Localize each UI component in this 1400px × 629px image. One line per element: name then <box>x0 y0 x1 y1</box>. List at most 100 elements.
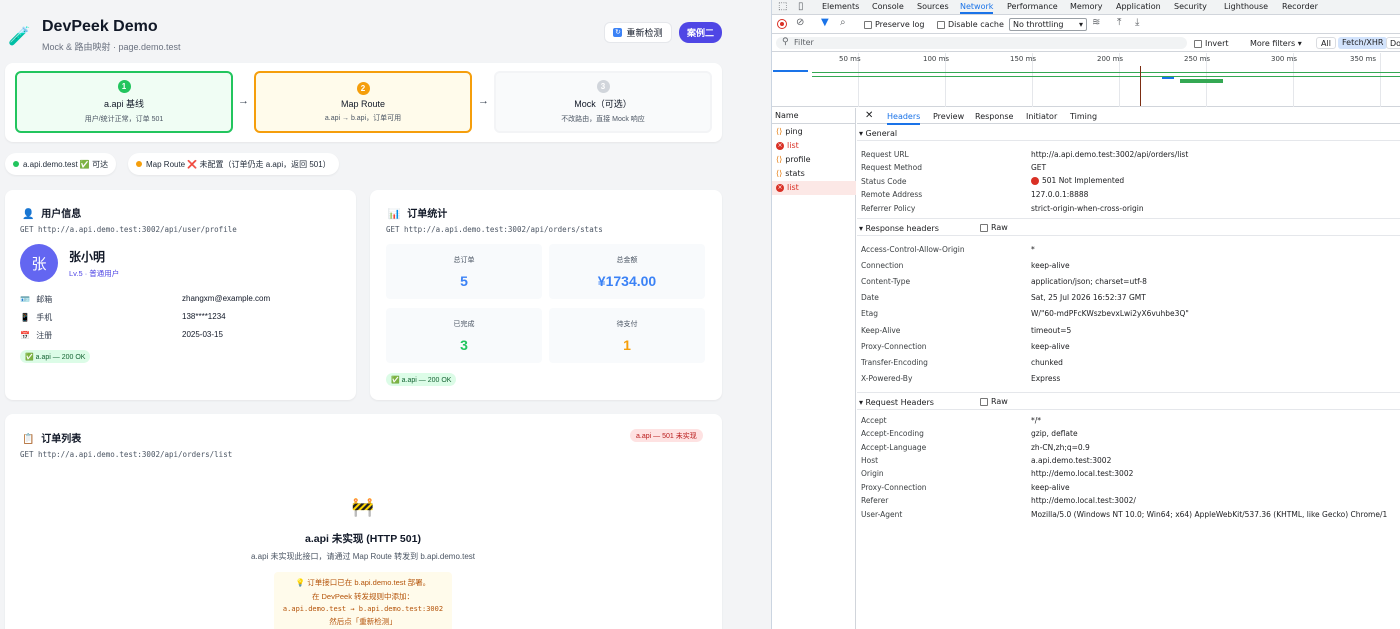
step-title: Map Route <box>340 98 386 109</box>
header-value: http://a.api.demo.test:3002/api/orders/l… <box>1031 150 1189 159</box>
tab-network[interactable]: Network <box>960 2 994 14</box>
header-key: Proxy-Connection <box>861 342 927 351</box>
filter-toggle-icon[interactable]: ▼ <box>821 17 829 28</box>
timeline-marker <box>1140 66 1141 106</box>
filter-doc[interactable]: Do <box>1386 37 1400 49</box>
raw-label: Raw <box>991 223 1008 232</box>
tab-timing[interactable]: Timing <box>1070 112 1097 121</box>
demo-app: 🧪 DevPeek Demo Mock & 路由映射 · page.demo.t… <box>0 0 771 629</box>
step-map-route[interactable]: 2 Map Route a.api → b.api，订单可用 <box>254 71 472 133</box>
import-har-icon[interactable]: ⤒ <box>1117 17 1121 28</box>
recheck-label: 重新检测 <box>626 28 663 38</box>
inspect-icon[interactable]: ⬚ <box>778 1 787 12</box>
user-row-label-text: 邮箱 <box>36 295 53 304</box>
filter-fetch-xhr[interactable]: Fetch/XHR <box>1338 37 1388 49</box>
raw-checkbox[interactable]: Raw <box>980 223 1008 232</box>
header-value: timeout=5 <box>1031 326 1072 335</box>
step-number: 1 <box>117 80 131 93</box>
filter-all[interactable]: All <box>1316 37 1336 49</box>
app-header: 🧪 DevPeek Demo Mock & 路由映射 · page.demo.t… <box>0 0 771 62</box>
stat-value: 5 <box>460 272 468 289</box>
header-value: a.api.demo.test:3002 <box>1031 456 1112 465</box>
clear-icon[interactable]: ⊘ <box>796 17 804 28</box>
disable-cache-checkbox[interactable]: Disable cache <box>937 20 1004 29</box>
header-key: User-Agent <box>861 510 903 519</box>
case-two-button[interactable]: 案例二 <box>679 22 722 43</box>
tab-initiator[interactable]: Initiator <box>1026 112 1057 121</box>
search-icon[interactable]: ⌕ <box>840 17 846 28</box>
filter-bar: ⚲ Filter Invert More filters ▾ All Fetch… <box>772 35 1400 52</box>
user-row-label-text: 注册 <box>36 331 53 340</box>
status-pill-map-route: Map Route ❌ 未配置（订单仍走 a.api，返回 501） <box>128 153 339 175</box>
record-icon[interactable] <box>777 19 787 29</box>
timeline-tick: 100 ms <box>923 55 950 63</box>
request-row[interactable]: ⟨⟩ profile <box>776 155 811 164</box>
tab-preview[interactable]: Preview <box>933 112 964 121</box>
tab-memory[interactable]: Memory <box>1070 2 1103 11</box>
header-key: Accept <box>861 416 887 425</box>
name-column-header[interactable]: Name <box>772 108 856 124</box>
export-har-icon[interactable]: ⤓ <box>1135 17 1139 28</box>
user-row-phone: 📱 手机 138****1234 <box>20 312 330 323</box>
tab-response[interactable]: Response <box>975 112 1013 121</box>
tab-application[interactable]: Application <box>1116 2 1161 11</box>
header-value: W/"60-mdPFcKWszbevxLwi2yX6vuhbe3Q" <box>1031 309 1189 318</box>
filter-placeholder: Filter <box>794 38 814 47</box>
general-section-header[interactable]: ▾ General <box>857 125 1400 141</box>
header-key: Accept-Language <box>861 443 927 452</box>
throttling-select[interactable]: No throttling ▾ <box>1009 18 1087 31</box>
header-value: GET <box>1031 163 1047 172</box>
tab-headers[interactable]: Headers <box>887 112 921 125</box>
tab-elements[interactable]: Elements <box>822 2 859 11</box>
preserve-log-checkbox[interactable]: Preserve log <box>864 20 925 29</box>
error-icon: × <box>776 141 784 150</box>
request-row[interactable]: ⟨⟩ stats <box>776 169 805 178</box>
header-key: Proxy-Connection <box>861 483 927 492</box>
network-conditions-icon[interactable]: ≋ <box>1092 17 1100 28</box>
stat-label: 已完成 <box>453 320 475 328</box>
step-number: 2 <box>356 81 370 95</box>
refresh-icon: ↻ <box>613 28 623 37</box>
recheck-button[interactable]: ↻ 重新检测 <box>604 22 672 43</box>
preserve-log-label: Preserve log <box>875 20 925 29</box>
phone-icon: 📱 <box>20 313 30 322</box>
header-key: Remote Address <box>861 190 923 199</box>
header-value: keep-alive <box>1031 483 1070 492</box>
header-value: Mozilla/5.0 (Windows NT 10.0; Win64; x64… <box>1031 510 1388 519</box>
request-name: list <box>787 141 799 150</box>
tab-console[interactable]: Console <box>872 2 904 11</box>
header-key: Origin <box>861 469 884 478</box>
header-value: * <box>1031 245 1035 254</box>
header-key: Status Code <box>861 177 907 186</box>
header-value: 127.0.0.1:8888 <box>1031 190 1089 199</box>
network-timeline[interactable]: 50 ms 100 ms 150 ms 200 ms 250 ms 300 ms… <box>772 53 1400 107</box>
step-baseline[interactable]: 1 a.api 基线 用户/统计正常，订单 501 <box>15 71 233 133</box>
response-headers-section-header[interactable]: ▾ Response headers Raw <box>857 218 1400 236</box>
stat-label: 待支付 <box>616 320 638 328</box>
request-row-selected[interactable]: × list <box>776 183 799 192</box>
tab-performance[interactable]: Performance <box>1007 2 1058 11</box>
request-row[interactable]: × list <box>776 141 799 150</box>
step-mock[interactable]: 3 Mock（可选） 不改路由，直接 Mock 响应 <box>494 71 712 133</box>
timeline-bar <box>1180 79 1223 83</box>
header-key: Request Method <box>861 163 922 172</box>
stat-pending: 待支付 1 <box>549 308 705 363</box>
raw-checkbox[interactable]: Raw <box>980 397 1008 406</box>
filter-input[interactable]: ⚲ Filter <box>776 37 1187 49</box>
timeline-tick: 150 ms <box>1010 55 1037 63</box>
details-tab-bar: ✕ Headers Preview Response Initiator Tim… <box>857 108 1400 125</box>
invert-checkbox[interactable]: Invert <box>1194 39 1229 48</box>
tab-recorder[interactable]: Recorder <box>1282 2 1318 11</box>
tab-lighthouse[interactable]: Lighthouse <box>1224 2 1268 11</box>
close-icon[interactable]: ✕ <box>865 110 873 121</box>
step-title: Mock（可选） <box>574 99 632 109</box>
more-filters-button[interactable]: More filters ▾ <box>1250 39 1302 48</box>
tip-box: 💡 订单接口已在 b.api.demo.test 部署。 在 DevPeek 转… <box>274 572 452 629</box>
tab-sources[interactable]: Sources <box>917 2 949 11</box>
user-row-value: 2025-03-15 <box>182 330 223 339</box>
tab-security[interactable]: Security <box>1174 2 1207 11</box>
request-headers-section-header[interactable]: ▾ Request Headers Raw <box>857 392 1400 410</box>
status-code-value: 501 Not Implemented <box>1031 176 1124 185</box>
request-row[interactable]: ⟨⟩ ping <box>776 127 803 136</box>
device-toggle-icon[interactable]: ▯ <box>798 1 804 12</box>
